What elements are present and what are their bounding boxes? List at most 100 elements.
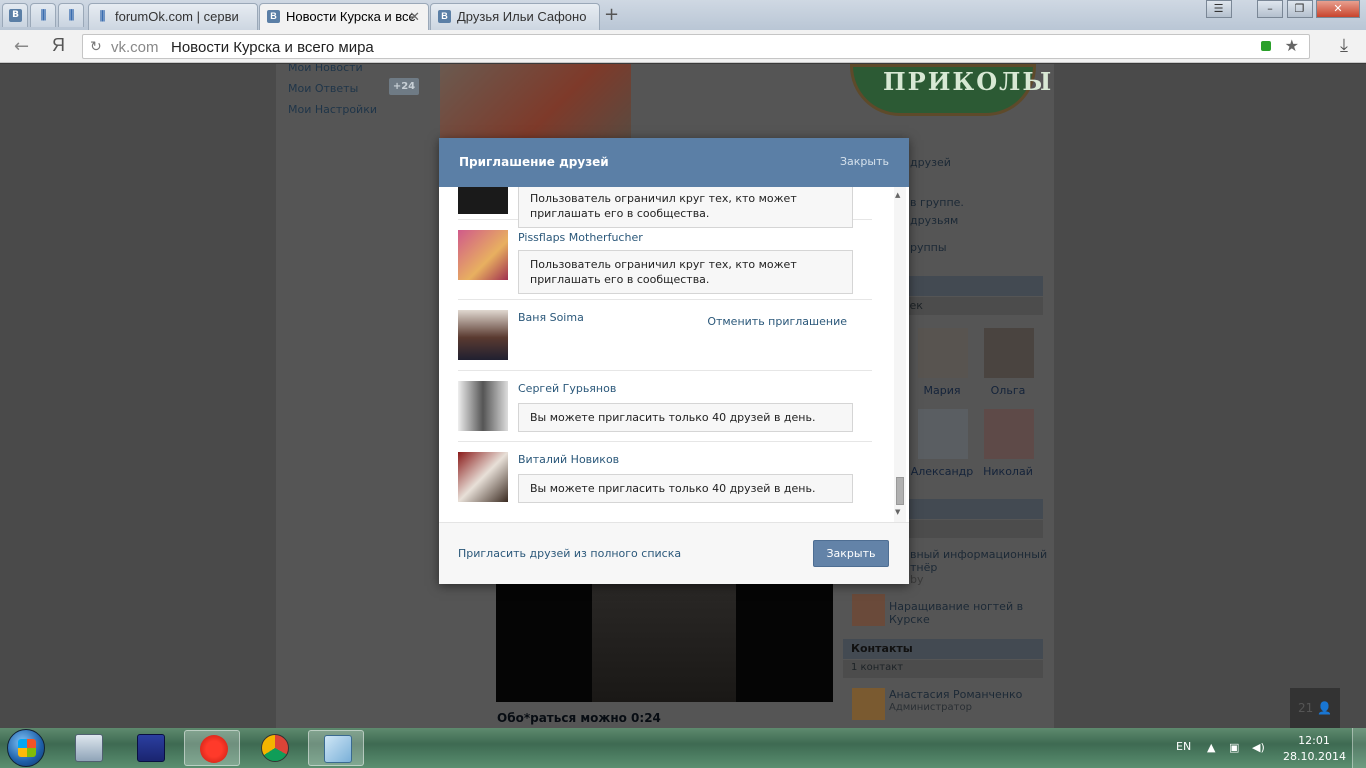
tab-forumok[interactable]: ⫼ forumOk.com | серви	[88, 3, 258, 30]
friend-avatar[interactable]	[984, 409, 1034, 459]
dialog-footer: Пригласить друзей из полного списка Закр…	[439, 522, 909, 584]
friend-name[interactable]: Pissflaps Motherfucher	[518, 231, 643, 244]
yandex-browser-icon	[200, 735, 228, 763]
friend-name[interactable]: Ольга	[975, 384, 1041, 397]
list-item: Пользователь ограничил круг тех, кто мож…	[458, 187, 872, 228]
pinned-tab-vk[interactable]: В	[2, 3, 28, 27]
volume-icon[interactable]: ◀)	[1252, 741, 1265, 754]
friend-name[interactable]: Ваня Soima	[518, 311, 584, 324]
new-tab-button[interactable]: +	[604, 4, 619, 25]
cancel-invitation-link[interactable]: Отменить приглашение	[707, 315, 847, 328]
friend-avatar[interactable]	[458, 230, 508, 280]
taskbar-notepad[interactable]	[308, 730, 364, 766]
browser-tabbar: В ⫼ ⫼ ⫼ forumOk.com | серви В Новости Ку…	[0, 0, 1366, 31]
taskbar-floppy[interactable]	[122, 730, 178, 766]
scroll-up-icon[interactable]: ▲	[895, 191, 900, 199]
show-desktop-button[interactable]	[1352, 728, 1366, 768]
window-controls: ☰ – ❐ ✕	[1205, 0, 1360, 20]
friend-name[interactable]: Сергей Гурьянов	[518, 382, 616, 395]
taskbar-yandex-browser[interactable]	[184, 730, 240, 766]
dialog-header: Приглашение друзей Закрыть	[439, 138, 909, 187]
close-button[interactable]: Закрыть	[813, 540, 889, 567]
start-button[interactable]	[7, 729, 45, 767]
contact-role: Администратор	[889, 702, 972, 713]
menu-my-settings[interactable]: Мои Настройки	[288, 103, 377, 116]
lock-icon	[1261, 41, 1271, 51]
groups-link[interactable]: руппы	[910, 241, 947, 254]
invite-from-full-list-link[interactable]: Пригласить друзей из полного списка	[458, 547, 681, 560]
pinned-tab-forum-2[interactable]: ⫼	[58, 3, 84, 27]
contacts-count: 1 контакт	[843, 660, 1043, 678]
url-page-title: Новости Курска и всего мира	[171, 39, 374, 56]
language-indicator[interactable]: EN	[1176, 740, 1191, 753]
post-photo[interactable]	[440, 64, 631, 138]
friend-name[interactable]: Александр	[909, 465, 975, 478]
scroll-down-icon[interactable]: ▼	[895, 508, 900, 516]
url-domain: vk.com	[111, 39, 159, 56]
back-arrow-icon[interactable]: ←	[14, 36, 29, 57]
link-nails[interactable]: Наращивание ногтей в Курске	[889, 600, 1029, 626]
dialog-close-link[interactable]: Закрыть	[840, 155, 889, 168]
group-logo: ПРИКОЛЫ	[850, 64, 1051, 116]
url-input[interactable]: ↻ vk.com Новости Курска и всего мира ★	[82, 34, 1310, 59]
tab-vk-news[interactable]: В Новости Курска и все ✕	[259, 3, 429, 31]
close-tab-icon[interactable]: ✕	[409, 9, 420, 25]
address-bar-area: ← Я ↻ vk.com Новости Курска и всего мира…	[0, 30, 1366, 63]
video-caption: Обо*раться можно 0:24	[497, 711, 661, 725]
invite-limit-message: Вы можете пригласить только 40 друзей в …	[518, 403, 853, 432]
link-info-partner-3: by	[910, 573, 924, 586]
contacts-header: Контакты	[843, 639, 1043, 659]
scrollbar-thumb[interactable]	[896, 477, 904, 505]
contact-avatar[interactable]	[852, 688, 885, 720]
to-friends-link[interactable]: друзьям	[910, 214, 958, 227]
friend-avatar[interactable]	[918, 409, 968, 459]
friend-name[interactable]: Виталий Новиков	[518, 453, 619, 466]
friend-avatar[interactable]	[918, 328, 968, 378]
pinned-tab-forum-1[interactable]: ⫼	[30, 3, 56, 27]
friend-avatar[interactable]	[458, 310, 508, 360]
friend-avatar[interactable]	[458, 187, 508, 214]
notification-counter[interactable]: 21 👤	[1290, 688, 1340, 728]
in-group-text: в группе.	[910, 196, 964, 209]
chrome-icon	[261, 734, 289, 762]
contact-name[interactable]: Анастасия Романченко	[889, 688, 1022, 701]
friend-name[interactable]: Николай	[975, 465, 1041, 478]
tab-label: Новости Курска и все	[286, 9, 416, 24]
clock-date: 28.10.2014	[1283, 750, 1346, 763]
network-icon[interactable]: ▣	[1229, 741, 1239, 754]
taskbar-chrome[interactable]	[246, 730, 302, 766]
tray-expand-icon[interactable]: ▲	[1207, 741, 1215, 754]
link-avatar[interactable]	[852, 594, 885, 626]
video-frame	[592, 584, 736, 702]
system-clock[interactable]: 12:01 28.10.2014	[1283, 733, 1346, 765]
taskbar: EN ▲ ▣ ◀) 12:01 28.10.2014	[0, 728, 1366, 768]
menu-icon[interactable]: ☰	[1205, 0, 1232, 18]
forum-icon: ⫼	[40, 8, 47, 22]
friend-avatar[interactable]	[984, 328, 1034, 378]
tab-vk-friends[interactable]: В Друзья Ильи Сафоно	[430, 3, 600, 30]
window-close-icon[interactable]: ✕	[1316, 0, 1360, 18]
friend-avatar[interactable]	[458, 452, 508, 502]
friend-name[interactable]: Мария	[909, 384, 975, 397]
minimize-icon[interactable]: –	[1257, 0, 1283, 18]
clock-time: 12:01	[1298, 734, 1330, 747]
invite-restriction-message: Пользователь ограничил круг тех, кто мож…	[518, 250, 853, 294]
download-icon[interactable]: ⤓	[1340, 35, 1348, 56]
taskbar-calculator[interactable]	[60, 730, 116, 766]
link-info-partner[interactable]: вный информационный	[910, 548, 1047, 561]
menu-my-answers[interactable]: Мои Ответы	[288, 82, 358, 95]
maximize-icon[interactable]: ❐	[1286, 0, 1313, 18]
tab-label: Друзья Ильи Сафоно	[457, 9, 587, 24]
reload-icon[interactable]: ↻	[90, 38, 102, 55]
bookmark-star-icon[interactable]: ★	[1285, 36, 1299, 56]
menu-my-news[interactable]: Мои Новости	[288, 64, 363, 74]
floppy-save-icon	[137, 734, 165, 762]
list-item: Ваня Soima Отменить приглашение	[458, 300, 872, 371]
forum-icon: ⫼	[99, 9, 106, 23]
video-player[interactable]	[496, 584, 833, 702]
friend-avatar[interactable]	[458, 381, 508, 431]
dialog-scrollbar[interactable]: ▲ ▼	[894, 187, 906, 522]
yandex-icon[interactable]: Я	[52, 35, 65, 56]
list-item: Pissflaps Motherfucher Пользователь огра…	[458, 220, 872, 300]
calculator-icon	[75, 734, 103, 762]
